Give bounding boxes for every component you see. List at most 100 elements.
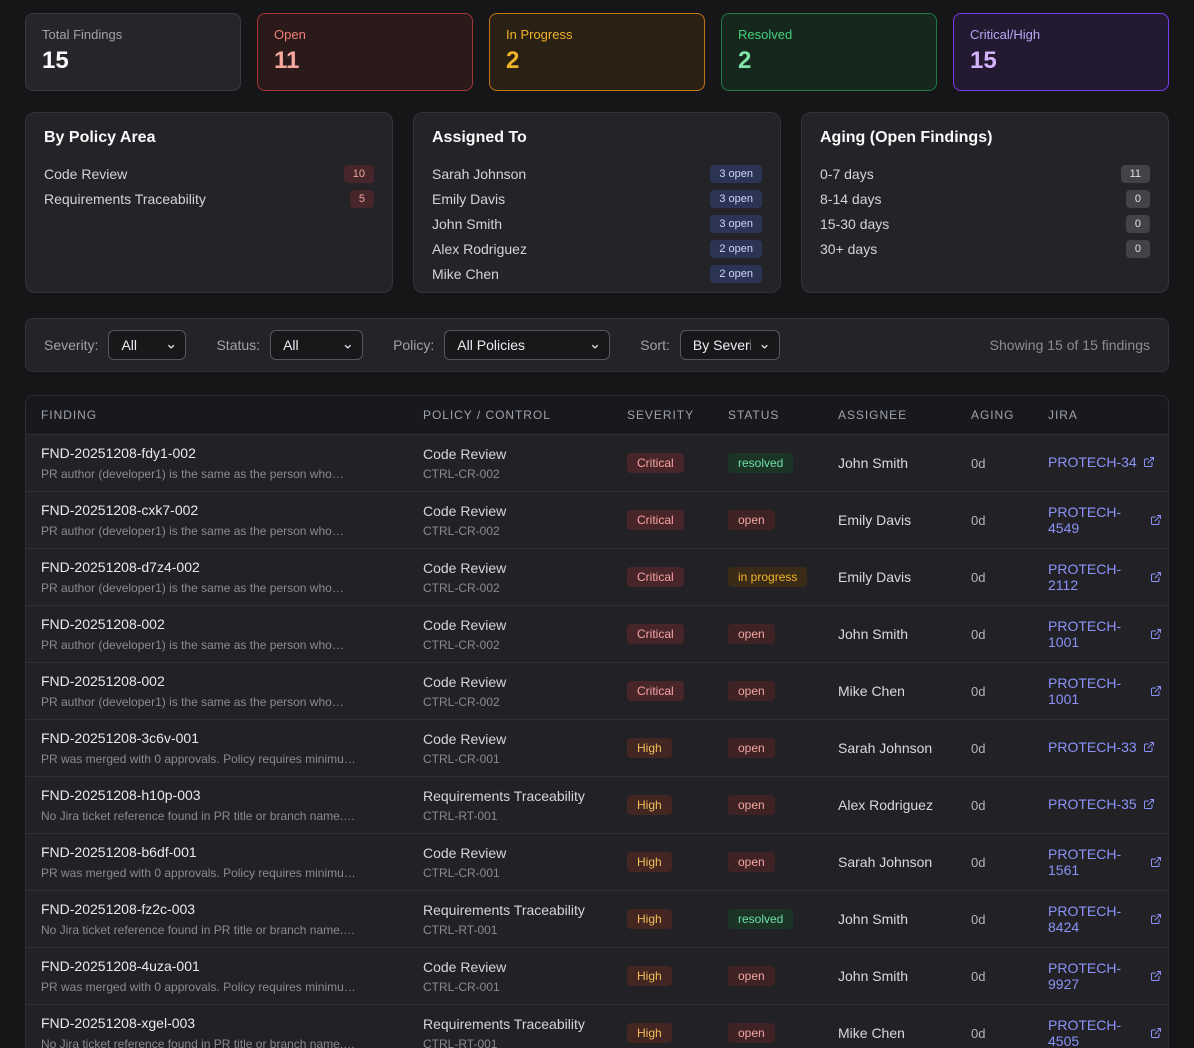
stat-label: Critical/High — [970, 27, 1152, 42]
jira-link[interactable]: PROTECH-1001 — [1048, 618, 1162, 650]
stat-card-resolved: Resolved 2 — [721, 13, 937, 91]
severity-filter-label: Severity: — [44, 337, 98, 353]
aging-value: 0d — [956, 684, 1033, 699]
stat-label: In Progress — [506, 27, 688, 42]
aging-bucket-label: 8-14 days — [820, 191, 881, 207]
table-row[interactable]: FND-20251208-fz2c-003 No Jira ticket ref… — [26, 890, 1168, 947]
policy-name: Code Review — [423, 503, 606, 519]
status-cell: open — [713, 681, 823, 701]
column-header-severity: SEVERITY — [612, 408, 713, 422]
jira-link[interactable]: PROTECH-4549 — [1048, 504, 1162, 536]
finding-description: PR author (developer1) is the same as th… — [41, 581, 402, 595]
sort-select[interactable]: By Severity — [680, 330, 780, 360]
finding-id: FND-20251208-cxk7-002 — [41, 502, 402, 518]
policy-name: Requirements Traceability — [423, 788, 606, 804]
table-row[interactable]: FND-20251208-4uza-001 PR was merged with… — [26, 947, 1168, 1004]
column-header-policy: POLICY / CONTROL — [408, 408, 612, 422]
jira-cell: PROTECH-35 — [1033, 796, 1168, 814]
jira-link[interactable]: PROTECH-33 — [1048, 739, 1155, 755]
finding-description: No Jira ticket reference found in PR tit… — [41, 1037, 402, 1048]
aging-value: 0d — [956, 1026, 1033, 1041]
policy-cell: Code Review CTRL-CR-002 — [408, 674, 612, 709]
policy-name: Code Review — [423, 845, 606, 861]
jira-link[interactable]: PROTECH-2112 — [1048, 561, 1162, 593]
results-summary: Showing 15 of 15 findings — [990, 337, 1150, 353]
aging-item: 0-7 days 11 — [820, 161, 1150, 186]
stat-card-critical-high: Critical/High 15 — [953, 13, 1169, 91]
jira-link[interactable]: PROTECH-4505 — [1048, 1017, 1162, 1048]
table-row[interactable]: FND-20251208-cxk7-002 PR author (develop… — [26, 491, 1168, 548]
status-cell: open — [713, 624, 823, 644]
severity-badge: High — [627, 795, 672, 815]
jira-cell: PROTECH-1561 — [1033, 846, 1168, 878]
finding-description: No Jira ticket reference found in PR tit… — [41, 923, 402, 937]
control-id: CTRL-CR-002 — [423, 581, 606, 595]
assignee-name: Emily Davis — [432, 191, 505, 207]
jira-link[interactable]: PROTECH-8424 — [1048, 903, 1162, 935]
stats-row: Total Findings 15 Open 11 In Progress 2 … — [25, 13, 1169, 91]
jira-ticket-id: PROTECH-34 — [1048, 454, 1137, 470]
external-link-icon — [1150, 970, 1162, 982]
status-badge: open — [728, 738, 775, 758]
severity-filter-select[interactable]: All — [108, 330, 186, 360]
severity-cell: High — [612, 795, 713, 815]
table-row[interactable]: FND-20251208-002 PR author (developer1) … — [26, 662, 1168, 719]
jira-link[interactable]: PROTECH-1561 — [1048, 846, 1162, 878]
table-row[interactable]: FND-20251208-xgel-003 No Jira ticket ref… — [26, 1004, 1168, 1048]
table-row[interactable]: FND-20251208-h10p-003 No Jira ticket ref… — [26, 776, 1168, 833]
severity-cell: High — [612, 738, 713, 758]
jira-link[interactable]: PROTECH-35 — [1048, 796, 1155, 812]
status-badge: open — [728, 795, 775, 815]
table-row[interactable]: FND-20251208-002 PR author (developer1) … — [26, 605, 1168, 662]
finding-description: PR author (developer1) is the same as th… — [41, 467, 402, 481]
severity-cell: High — [612, 966, 713, 986]
jira-link[interactable]: PROTECH-34 — [1048, 454, 1155, 470]
external-link-icon — [1150, 628, 1162, 640]
jira-ticket-id: PROTECH-35 — [1048, 796, 1137, 812]
severity-badge: Critical — [627, 681, 684, 701]
severity-badge: High — [627, 852, 672, 872]
jira-ticket-id: PROTECH-1001 — [1048, 618, 1144, 650]
jira-link[interactable]: PROTECH-1001 — [1048, 675, 1162, 707]
stat-value: 2 — [738, 47, 920, 75]
jira-link[interactable]: PROTECH-9927 — [1048, 960, 1162, 992]
finding-cell: FND-20251208-3c6v-001 PR was merged with… — [26, 730, 408, 766]
column-header-finding: FINDING — [26, 408, 408, 422]
finding-cell: FND-20251208-002 PR author (developer1) … — [26, 616, 408, 652]
status-cell: open — [713, 1023, 823, 1043]
control-id: CTRL-RT-001 — [423, 809, 606, 823]
policy-area-label: Code Review — [44, 166, 127, 182]
table-row[interactable]: FND-20251208-b6df-001 PR was merged with… — [26, 833, 1168, 890]
status-cell: open — [713, 738, 823, 758]
stat-value: 15 — [970, 47, 1152, 75]
finding-cell: FND-20251208-b6df-001 PR was merged with… — [26, 844, 408, 880]
aging-value: 0d — [956, 741, 1033, 756]
jira-cell: PROTECH-33 — [1033, 739, 1168, 757]
policy-name: Requirements Traceability — [423, 1016, 606, 1032]
column-header-assignee: ASSIGNEE — [823, 408, 956, 422]
finding-id: FND-20251208-002 — [41, 673, 402, 689]
table-row[interactable]: FND-20251208-fdy1-002 PR author (develop… — [26, 434, 1168, 491]
aging-value: 0d — [956, 912, 1033, 927]
finding-cell: FND-20251208-002 PR author (developer1) … — [26, 673, 408, 709]
table-header-row: FINDING POLICY / CONTROL SEVERITY STATUS… — [26, 396, 1168, 434]
finding-cell: FND-20251208-xgel-003 No Jira ticket ref… — [26, 1015, 408, 1048]
jira-ticket-id: PROTECH-1561 — [1048, 846, 1144, 878]
status-cell: resolved — [713, 453, 823, 473]
table-row[interactable]: FND-20251208-d7z4-002 PR author (develop… — [26, 548, 1168, 605]
external-link-icon — [1143, 456, 1155, 468]
severity-cell: High — [612, 909, 713, 929]
assignee-name: Sarah Johnson — [823, 854, 956, 870]
jira-cell: PROTECH-1001 — [1033, 618, 1168, 650]
jira-cell: PROTECH-9927 — [1033, 960, 1168, 992]
severity-badge: High — [627, 909, 672, 929]
assignee-name: Emily Davis — [823, 569, 956, 585]
assignee-name: Alex Rodriguez — [823, 797, 956, 813]
table-row[interactable]: FND-20251208-3c6v-001 PR was merged with… — [26, 719, 1168, 776]
status-filter-select[interactable]: All — [270, 330, 363, 360]
filter-bar: Severity: All ⌄ Status: All ⌄ Policy: Al… — [25, 318, 1169, 372]
external-link-icon — [1150, 571, 1162, 583]
policy-filter-select[interactable]: All Policies — [444, 330, 610, 360]
aging-value: 0d — [956, 969, 1033, 984]
assignee-name: John Smith — [823, 626, 956, 642]
